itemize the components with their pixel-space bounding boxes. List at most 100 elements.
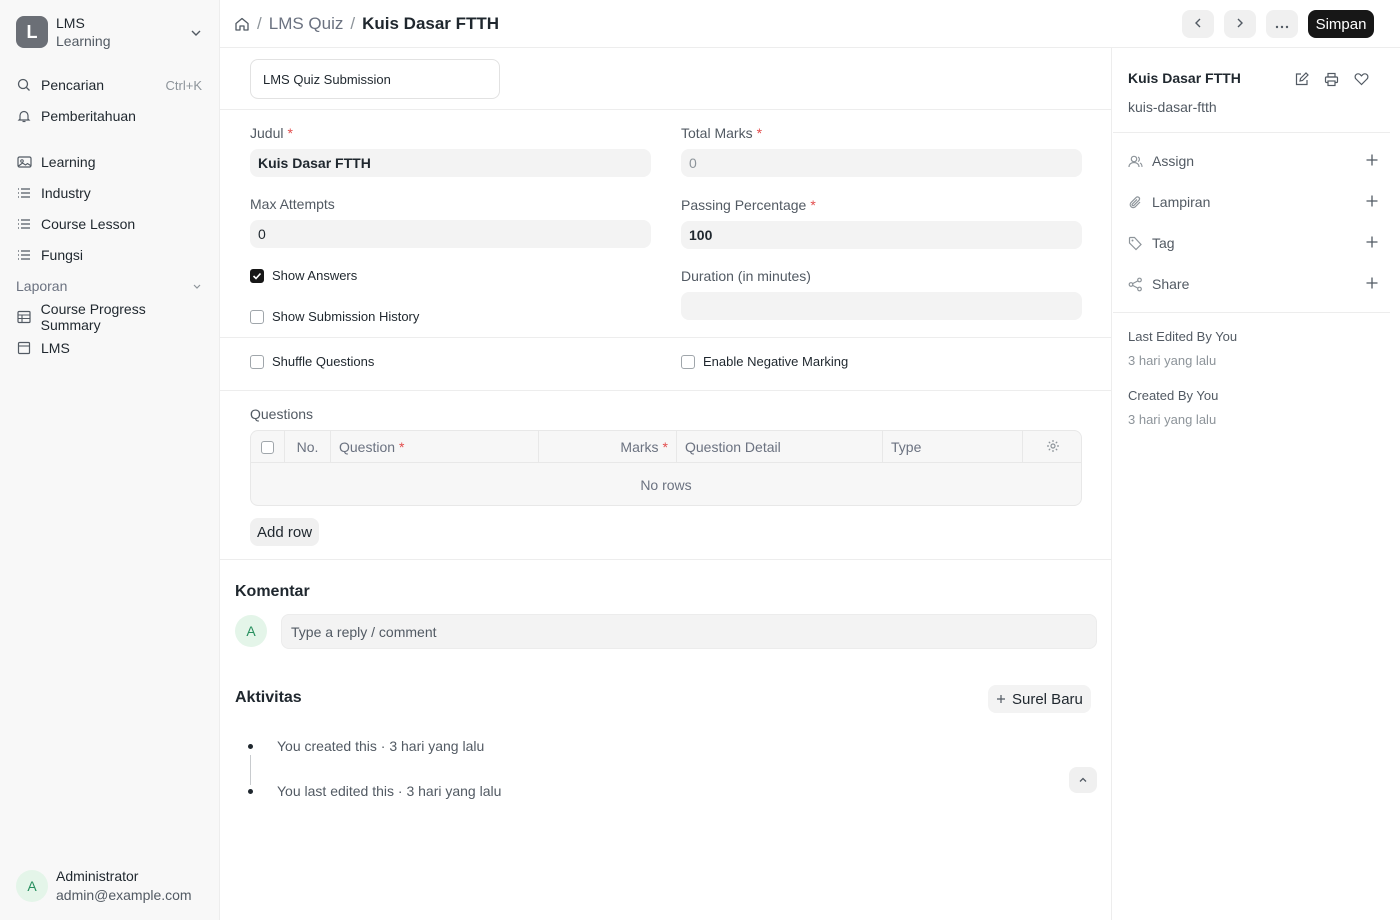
field-label-passing-percentage: Passing Percentage * <box>681 197 816 213</box>
share-action[interactable]: Share <box>1128 273 1378 295</box>
save-button[interactable]: Simpan <box>1308 10 1374 38</box>
list-icon <box>16 247 32 263</box>
comment-input[interactable]: Type a reply / comment <box>281 614 1097 649</box>
heart-icon[interactable] <box>1352 70 1370 88</box>
show-submission-history-checkbox[interactable]: Show Submission History <box>250 309 419 324</box>
doc-name: kuis-dasar-ftth <box>1128 99 1217 115</box>
duration-input[interactable] <box>681 292 1082 320</box>
chevron-left-icon <box>1192 16 1204 32</box>
avatar: A <box>235 615 267 647</box>
checkbox-unchecked[interactable] <box>250 309 264 324</box>
user-name: Administrator <box>56 868 139 884</box>
checkbox-label: Shuffle Questions <box>272 354 375 369</box>
sidebar-item-industry[interactable]: Industry <box>16 180 206 206</box>
plus-icon[interactable] <box>1366 276 1378 292</box>
grid-settings-button[interactable] <box>1023 431 1081 463</box>
col-question-detail: Question Detail <box>677 431 883 463</box>
search-icon <box>16 77 32 93</box>
field-label-duration: Duration (in minutes) <box>681 268 811 284</box>
bell-icon <box>16 108 32 124</box>
tab-lms-quiz-submission[interactable]: LMS Quiz Submission <box>250 59 500 99</box>
sidebar-item-lms[interactable]: LMS <box>16 335 206 361</box>
chevron-down-icon <box>190 26 202 42</box>
list-icon <box>16 185 32 201</box>
show-answers-checkbox[interactable]: Show Answers <box>250 268 357 283</box>
field-label-judul: Judul * <box>250 125 293 141</box>
checkbox-label: Enable Negative Marking <box>703 354 849 369</box>
prev-record-button[interactable] <box>1182 10 1214 38</box>
scroll-to-top-button[interactable] <box>1069 767 1097 793</box>
next-record-button[interactable] <box>1224 10 1256 38</box>
image-icon <box>16 154 32 170</box>
enable-negative-marking-checkbox[interactable]: Enable Negative Marking <box>681 354 848 369</box>
share-icon <box>1128 277 1144 292</box>
col-no: No. <box>285 431 331 463</box>
sidebar: L LMS Learning Pencarian Ctrl+K Pemberit… <box>0 0 220 920</box>
table-empty-state: No rows <box>640 477 692 493</box>
select-all-checkbox[interactable] <box>251 431 285 463</box>
page-title: Kuis Dasar FTTH <box>362 14 500 33</box>
app-subtitle: Learning <box>56 33 111 49</box>
checkbox-label: Show Submission History <box>272 309 420 324</box>
chevron-right-icon <box>1234 16 1246 32</box>
new-email-button[interactable]: Surel Baru <box>988 685 1091 713</box>
sidebar-item-label: LMS <box>41 340 70 356</box>
add-row-button[interactable]: Add row <box>250 518 320 546</box>
checkbox-unchecked[interactable] <box>681 354 695 369</box>
sidebar-item-label: Course Lesson <box>41 216 136 232</box>
passing-percentage-input[interactable]: 100 <box>681 221 1082 249</box>
last-edited-label: Last Edited By You <box>1128 329 1238 344</box>
plus-icon[interactable] <box>1366 235 1378 251</box>
col-question: Question * <box>331 431 539 463</box>
col-marks: Marks * <box>539 431 677 463</box>
plus-icon[interactable] <box>1366 153 1378 169</box>
sidebar-notifications[interactable]: Pemberitahuan <box>16 103 206 129</box>
table-icon <box>16 309 32 325</box>
more-actions-button[interactable] <box>1266 10 1298 38</box>
activity-item: You created this · 3 hari yang lalu <box>277 738 485 754</box>
questions-label: Questions <box>250 406 314 422</box>
calendar-icon <box>16 340 32 356</box>
field-label-max-attempts: Max Attempts <box>250 196 335 212</box>
sidebar-item-course-progress-summary[interactable]: Course Progress Summary <box>16 301 206 333</box>
print-icon[interactable] <box>1322 70 1340 88</box>
sidebar-item-learning[interactable]: Learning <box>16 149 206 175</box>
attachments-action[interactable]: Lampiran <box>1128 191 1378 213</box>
plus-icon[interactable] <box>1366 194 1378 210</box>
sidebar-item-label: Course Progress Summary <box>40 301 146 333</box>
breadcrumb-doctype[interactable]: LMS Quiz <box>269 14 344 34</box>
sidebar-search[interactable]: Pencarian Ctrl+K <box>16 72 206 98</box>
assign-action[interactable]: Assign <box>1128 150 1378 172</box>
user-email: admin@example.com <box>56 887 192 903</box>
edit-icon[interactable] <box>1292 70 1310 88</box>
app-switcher[interactable]: L LMS Learning <box>16 14 206 50</box>
last-edited-value: 3 hari yang lalu <box>1128 353 1217 368</box>
tag-action[interactable]: Tag <box>1128 232 1378 254</box>
sidebar-item-label: Learning <box>41 154 96 170</box>
max-attempts-input[interactable]: 0 <box>250 220 651 248</box>
search-shortcut: Ctrl+K <box>165 77 202 93</box>
field-label-total-marks: Total Marks * <box>681 125 763 141</box>
questions-table: No. Question * Marks * Question Detail Typ… <box>250 430 1082 506</box>
chevron-down-icon <box>192 278 202 294</box>
user-menu[interactable]: A Administrator admin@example.com <box>16 866 216 906</box>
more-horizontal-icon <box>1275 16 1289 32</box>
shuffle-questions-checkbox[interactable]: Shuffle Questions <box>250 354 374 369</box>
checkbox-unchecked[interactable] <box>250 354 264 369</box>
avatar: A <box>16 870 48 902</box>
judul-input[interactable]: Kuis Dasar FTTH <box>250 149 651 177</box>
comments-title: Komentar <box>235 583 310 600</box>
sidebar-item-fungsi[interactable]: Fungsi <box>16 242 206 268</box>
total-marks-input[interactable]: 0 <box>681 149 1082 177</box>
sidebar-section-laporan[interactable]: Laporan <box>16 274 206 298</box>
checkbox-checked[interactable] <box>250 268 264 283</box>
doc-title: Kuis Dasar FTTH <box>1128 70 1241 86</box>
home-icon[interactable] <box>234 16 250 32</box>
sidebar-item-course-lesson[interactable]: Course Lesson <box>16 211 206 237</box>
gear-icon <box>1046 439 1060 456</box>
created-label: Created By You <box>1128 388 1219 403</box>
form-main: LMS Quiz Submission Judul * Kuis Dasar FT… <box>220 48 1112 920</box>
col-type: Type <box>883 431 1023 463</box>
timeline-dot <box>248 744 253 749</box>
sidebar-item-label: Industry <box>41 185 91 201</box>
